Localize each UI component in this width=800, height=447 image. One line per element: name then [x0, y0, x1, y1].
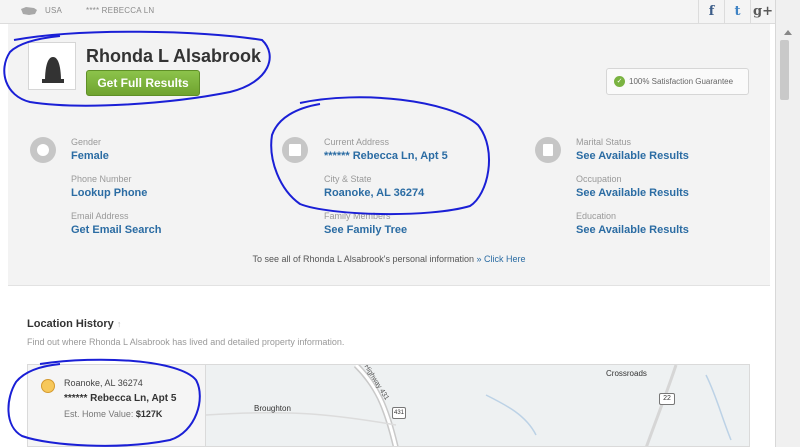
scroll-up-icon[interactable] — [784, 30, 792, 35]
location-history-heading: Location History ↑ — [27, 318, 121, 330]
family-members-label: Family Members — [324, 211, 391, 221]
city-state-label: City & State — [324, 174, 372, 184]
location-city: Roanoke, AL 36274 — [64, 378, 143, 388]
route-22-shield: 22 — [659, 393, 675, 405]
twitter-icon[interactable]: t — [724, 0, 750, 24]
person-name: Rhonda L Alsabrook — [86, 46, 262, 66]
education-label: Education — [576, 211, 617, 221]
email-search-link[interactable]: Get Email Search — [71, 224, 162, 236]
current-address-label: Current Address — [324, 137, 390, 147]
city-state-value[interactable]: Roanoke, AL 36274 — [324, 187, 424, 199]
lookup-phone-link[interactable]: Lookup Phone — [71, 187, 147, 199]
top-breadcrumb-bar: USA **** REBECCA LN f t g+ — [0, 0, 775, 24]
get-full-results-button[interactable]: Get Full Results — [86, 70, 200, 96]
click-here-link[interactable]: » Click Here — [477, 254, 526, 264]
current-address-value[interactable]: ****** Rebecca Ln, Apt 5 — [324, 150, 448, 162]
location-card[interactable]: Roanoke, AL 36274 ****** Rebecca Ln, Apt… — [27, 364, 205, 447]
map-label-crossroads: Crossroads — [606, 369, 647, 378]
phone-label: Phone Number — [71, 174, 132, 184]
person-icon — [30, 137, 56, 163]
map-label-broughton: Broughton — [254, 404, 291, 413]
see-all-text: To see all of Rhonda L Alsabrook's perso… — [252, 254, 474, 264]
home-value: Est. Home Value: $127K — [64, 409, 162, 419]
location-history-subtitle: Find out where Rhonda L Alsabrook has li… — [27, 337, 345, 347]
location-history-title: Location History — [27, 318, 114, 330]
location-map[interactable]: Crossroads Broughton Highway 431 22 431 — [205, 364, 750, 447]
sort-arrow-icon[interactable]: ↑ — [117, 319, 122, 329]
home-value-label: Est. Home Value: — [64, 409, 134, 419]
scrollbar-thumb[interactable] — [780, 40, 789, 100]
marital-status-link[interactable]: See Available Results — [576, 150, 689, 162]
profile-panel: Rhonda L Alsabrook Get Full Results ✓ 10… — [8, 24, 770, 286]
house-marker-icon — [41, 379, 55, 393]
gender-label: Gender — [71, 137, 102, 147]
family-tree-link[interactable]: See Family Tree — [324, 224, 407, 236]
document-icon — [535, 137, 561, 163]
marital-status-label: Marital Status — [576, 137, 632, 147]
gender-value[interactable]: Female — [71, 150, 109, 162]
location-address: ****** Rebecca Ln, Apt 5 — [64, 393, 177, 404]
breadcrumb-street[interactable]: **** REBECCA LN — [86, 6, 154, 15]
page-scrollbar[interactable] — [775, 0, 800, 447]
breadcrumb-country[interactable]: USA — [45, 6, 62, 15]
checkmark-icon: ✓ — [614, 76, 625, 87]
usa-map-icon — [21, 7, 37, 15]
see-all-info-row: To see all of Rhonda L Alsabrook's perso… — [8, 254, 770, 264]
guarantee-text: 100% Satisfaction Guarantee — [629, 77, 734, 86]
route-431-shield: 431 — [392, 407, 406, 419]
satisfaction-guarantee-badge: ✓ 100% Satisfaction Guarantee — [606, 68, 749, 95]
occupation-link[interactable]: See Available Results — [576, 187, 689, 199]
occupation-label: Occupation — [576, 174, 622, 184]
facebook-icon[interactable]: f — [698, 0, 724, 24]
google-plus-icon[interactable]: g+ — [750, 0, 775, 24]
avatar — [28, 42, 76, 90]
email-label: Email Address — [71, 211, 129, 221]
home-icon — [282, 137, 308, 163]
home-value-amount: $127K — [135, 409, 163, 419]
education-link[interactable]: See Available Results — [576, 224, 689, 236]
female-silhouette-icon — [42, 57, 64, 83]
